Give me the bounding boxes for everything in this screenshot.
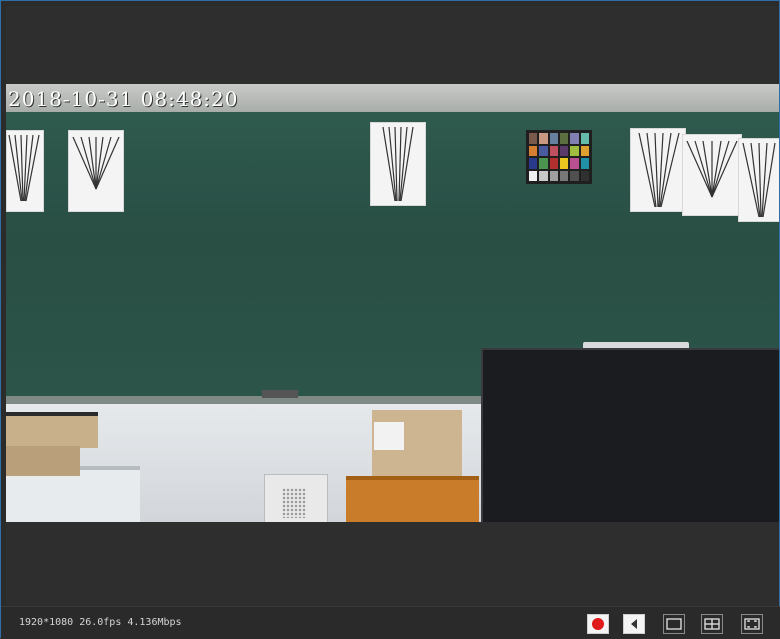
player-window: 2018-10-31 08:48:20 1920*1080 26.0fps 4.… (0, 0, 780, 639)
speaker-grille (282, 488, 306, 518)
test-chart (6, 130, 44, 212)
test-chart (682, 134, 742, 216)
test-chart (68, 130, 124, 212)
color-checker-chart (526, 130, 592, 184)
quad-grid-icon (704, 618, 720, 630)
tv-monitor (481, 348, 779, 522)
quad-view-button[interactable] (701, 614, 723, 634)
test-chart (630, 128, 686, 212)
stream-info: 1920*1080 26.0fps 4.136Mbps (19, 617, 182, 628)
test-chart (738, 138, 779, 222)
status-bar: 1920*1080 26.0fps 4.136Mbps (1, 606, 780, 639)
fullscreen-button[interactable] (741, 614, 763, 634)
speaker-icon (631, 619, 637, 629)
osd-timestamp: 2018-10-31 08:48:20 (8, 87, 239, 111)
box (6, 412, 98, 448)
video-viewport[interactable]: 2018-10-31 08:48:20 (6, 6, 779, 606)
record-icon (592, 618, 604, 630)
board-eraser (262, 390, 298, 398)
single-window-icon (666, 618, 682, 630)
box (6, 446, 80, 476)
single-view-button[interactable] (663, 614, 685, 634)
audio-button[interactable] (623, 614, 645, 634)
record-button[interactable] (587, 614, 609, 634)
orange-cabinet (346, 476, 479, 522)
fullscreen-icon (744, 618, 760, 630)
camera-feed (6, 84, 779, 522)
box-label (374, 422, 404, 450)
test-chart (370, 122, 426, 206)
